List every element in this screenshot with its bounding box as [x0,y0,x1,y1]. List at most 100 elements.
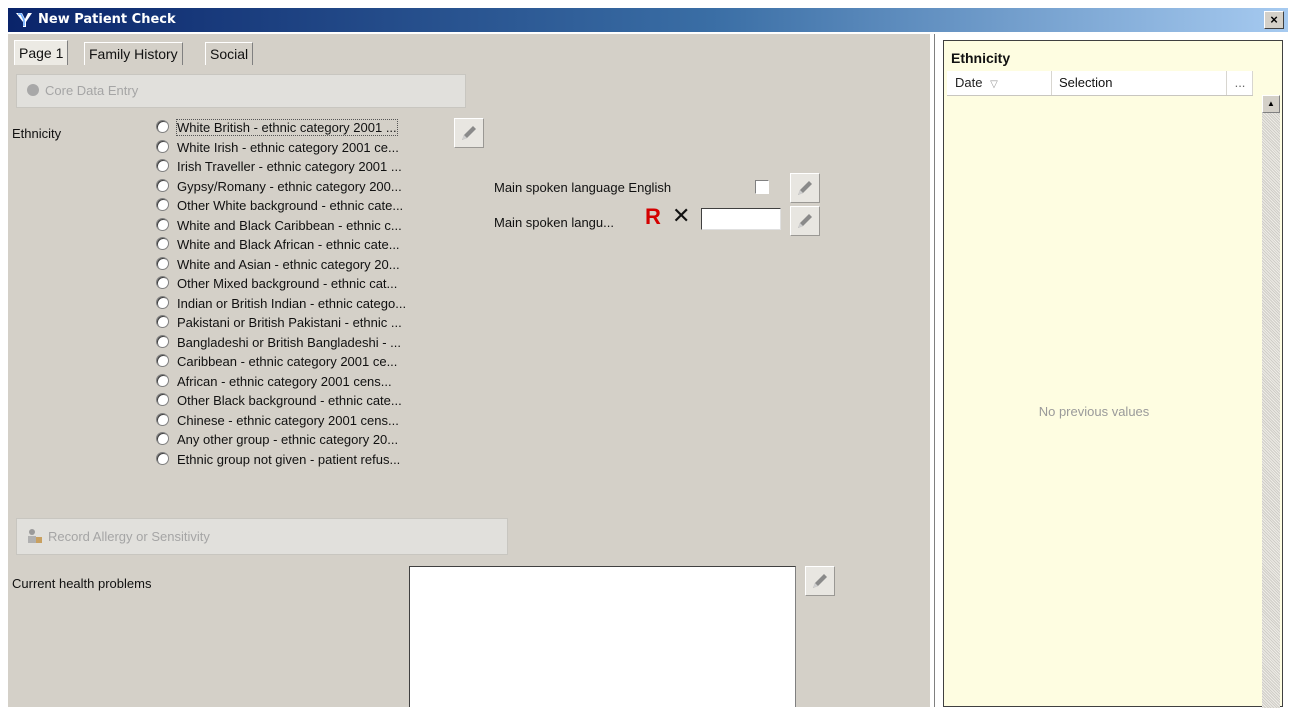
record-allergy-button[interactable]: Record Allergy or Sensitivity [16,518,508,555]
core-data-entry-label: Core Data Entry [45,83,139,98]
ethnicity-option-label: White British - ethnic category 2001 ... [176,119,398,136]
health-problems-edit-button[interactable] [805,566,835,596]
main-language-input[interactable] [701,208,781,230]
tab-label: Family History [89,46,178,62]
close-button[interactable]: × [1264,11,1284,29]
empty-message: No previous values [1038,404,1150,419]
history-grid-header: Date ▽ Selection ... [947,71,1253,96]
ethnicity-option-label: Irish Traveller - ethnic category 2001 .… [177,159,402,174]
radio-button[interactable] [156,334,169,348]
radio-button[interactable] [156,276,169,289]
core-data-entry-button[interactable]: Core Data Entry [16,74,466,108]
radio-button[interactable] [156,139,169,153]
ethnicity-option[interactable]: African - ethnic category 2001 cens... [156,373,392,394]
circle-icon [27,84,39,96]
radio-button[interactable] [156,373,169,387]
ethnicity-option-label: White Irish - ethnic category 2001 ce... [177,139,399,155]
history-panel: Ethnicity Date ▽ Selection ... ▲ No prev… [943,40,1283,708]
selection-column-label: Selection [1059,75,1113,90]
health-problems-label: Current health problems [12,576,152,591]
main-language-edit-button[interactable] [790,206,820,236]
ethnicity-option-label: White and Asian - ethnic category 20... [177,256,400,272]
pencil-icon [798,181,812,195]
pencil-icon [813,574,827,588]
ethnicity-option[interactable]: Other White background - ethnic cate... [156,198,403,218]
ethnicity-option[interactable]: White and Asian - ethnic category 20... [156,256,400,277]
radio-button[interactable] [156,393,169,406]
history-scrollbar[interactable]: ▲ [1262,95,1280,708]
radio-button[interactable] [156,432,169,445]
ethnicity-option-label: Other Black background - ethnic cate... [177,393,402,408]
ethnicity-option[interactable]: Pakistani or British Pakistani - ethnic … [156,315,402,335]
ethnicity-option-label: White and Black Caribbean - ethnic c... [177,217,402,233]
ethnicity-option-label: White and Black African - ethnic cate... [177,237,400,252]
ethnicity-option[interactable]: White and Black Caribbean - ethnic c... [156,217,402,238]
radio-button[interactable] [156,120,169,133]
ethnicity-option[interactable]: White and Black African - ethnic cate... [156,237,400,257]
ethnicity-option-label: Indian or British Indian - ethnic catego… [177,295,407,311]
ethnicity-option-label: Gypsy/Romany - ethnic category 200... [177,178,402,194]
radio-button[interactable] [156,217,169,231]
ethnicity-option-label: Any other group - ethnic category 20... [177,432,399,447]
ethnicity-option[interactable]: Chinese - ethnic category 2001 cens... [156,412,399,433]
form-panel: Page 1 Family History Social Core Data E… [8,34,930,707]
radio-button[interactable] [156,412,169,426]
english-language-label: Main spoken language English [494,180,672,195]
radio-button[interactable] [156,159,169,172]
ethnicity-option[interactable]: Bangladeshi or British Bangladeshi - ... [156,334,402,355]
radio-button[interactable] [156,315,169,328]
radio-button[interactable] [156,237,169,250]
radio-button[interactable] [156,295,169,309]
ethnicity-option[interactable]: Other Black background - ethnic cate... [156,393,402,413]
tab-page-1[interactable]: Page 1 [14,40,69,65]
ethnicity-label: Ethnicity [12,126,62,141]
ethnicity-option[interactable]: Caribbean - ethnic category 2001 ce... [156,354,397,374]
ethnicity-option-label: Other White background - ethnic cate... [177,198,404,213]
window-title: New Patient Check [38,12,176,27]
date-column-label: Date [955,75,983,90]
ethnicity-option-label: Other Mixed background - ethnic cat... [177,276,398,291]
history-panel-title: Ethnicity [951,50,1011,66]
main-language-label: Main spoken langu... [494,215,614,230]
radio-button[interactable] [156,178,169,192]
radio-button[interactable] [156,256,169,270]
tab-label: Social [210,46,249,62]
english-language-checkbox[interactable] [755,180,769,194]
english-language-edit-button[interactable] [790,173,820,203]
ethnicity-option-label: Bangladeshi or British Bangladeshi - ... [177,334,402,350]
window-titlebar: New Patient Check × [8,8,1288,32]
health-problems-textarea[interactable] [409,566,796,707]
date-column-header[interactable]: Date ▽ [947,71,1052,95]
ethnicity-option[interactable]: Other Mixed background - ethnic cat... [156,276,397,296]
app-logo-icon [14,10,34,30]
ethnicity-edit-button[interactable] [454,118,484,148]
ethnicity-option-label: Chinese - ethnic category 2001 cens... [177,412,399,428]
sort-icon: ▽ [990,79,998,90]
ethnicity-option[interactable]: Ethnic group not given - patient refus..… [156,451,401,472]
ethnicity-option[interactable]: Any other group - ethnic category 20... [156,432,398,452]
ethnicity-option-label: Caribbean - ethnic category 2001 ce... [177,354,398,369]
arrow-up-icon: ▲ [1267,99,1275,108]
read-code-icon[interactable]: R [645,204,661,230]
ethnicity-option[interactable]: White Irish - ethnic category 2001 ce... [156,139,399,160]
pencil-icon [462,126,476,140]
record-allergy-label: Record Allergy or Sensitivity [48,529,210,544]
tab-social[interactable]: Social [205,42,254,65]
pencil-icon [798,214,812,228]
radio-button[interactable] [156,354,169,367]
radio-button[interactable] [156,451,169,465]
column-options-button[interactable]: ... [1228,71,1253,95]
clear-icon[interactable]: ✕ [672,204,690,229]
ethnicity-option[interactable]: Irish Traveller - ethnic category 2001 .… [156,159,402,179]
ethnicity-option-label: Ethnic group not given - patient refus..… [177,451,401,467]
ethnicity-option[interactable]: Gypsy/Romany - ethnic category 200... [156,178,402,199]
radio-button[interactable] [156,198,169,211]
close-icon: × [1270,12,1278,27]
selection-column-header[interactable]: Selection [1053,71,1227,95]
ethnicity-option[interactable]: Indian or British Indian - ethnic catego… [156,295,407,316]
tab-label: Page 1 [19,45,64,61]
tab-family-history[interactable]: Family History [84,42,183,65]
scroll-up-button[interactable]: ▲ [1262,95,1280,113]
ellipsis-icon: ... [1234,75,1246,90]
ethnicity-option[interactable]: White British - ethnic category 2001 ... [156,119,398,140]
